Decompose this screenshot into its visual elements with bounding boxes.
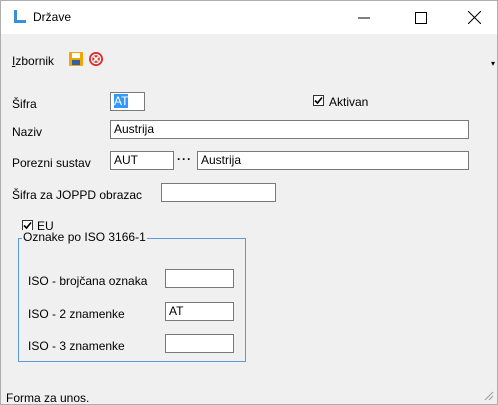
cancel-icon[interactable] bbox=[88, 51, 104, 67]
checkmark-icon bbox=[23, 221, 32, 230]
title-bar[interactable]: Države bbox=[1, 1, 497, 34]
aktivan-label: Aktivan bbox=[329, 95, 369, 109]
toolbar-overflow-icon[interactable]: ▾ bbox=[491, 59, 495, 68]
resize-grip-icon[interactable] bbox=[483, 390, 494, 401]
joppd-label: Šifra za JOPPD obrazac bbox=[12, 188, 143, 202]
save-icon[interactable] bbox=[68, 51, 84, 67]
window: Države Izbornik ▾ Šifra AT Aktivan Naziv… bbox=[0, 0, 498, 405]
status-text: Forma za unos. bbox=[6, 391, 90, 405]
iso-brojcana-input[interactable] bbox=[165, 269, 234, 288]
joppd-input[interactable] bbox=[161, 183, 276, 202]
naziv-input[interactable]: Austrija bbox=[110, 120, 469, 139]
aktivan-checkbox[interactable] bbox=[313, 95, 324, 106]
maximize-icon bbox=[415, 11, 427, 24]
close-window-button[interactable] bbox=[451, 1, 497, 34]
iso-group-title: Oznake po ISO 3166-1 bbox=[22, 230, 147, 244]
window-title: Države bbox=[33, 10, 72, 24]
minimize-icon bbox=[358, 17, 370, 18]
iso-2-label: ISO - 2 znamenke bbox=[28, 307, 125, 321]
form-icon bbox=[14, 10, 26, 23]
porezni-name-input[interactable]: Austrija bbox=[197, 151, 469, 170]
sifra-label: Šifra bbox=[12, 97, 37, 111]
close-icon bbox=[467, 11, 481, 24]
porezni-lookup-button[interactable]: ··· bbox=[177, 152, 192, 166]
menu-izbornik[interactable]: Izbornik bbox=[12, 54, 54, 68]
naziv-label: Naziv bbox=[12, 125, 43, 139]
iso-2-input[interactable]: AT bbox=[165, 302, 234, 321]
porezni-sustav-label: Porezni sustav bbox=[12, 156, 91, 170]
minimize-button[interactable] bbox=[341, 1, 387, 34]
iso-brojcana-label: ISO - brojčana oznaka bbox=[28, 274, 148, 288]
porezni-code-input[interactable]: AUT bbox=[110, 151, 174, 170]
menu-bar: Izbornik ▾ bbox=[1, 43, 497, 68]
sifra-input[interactable]: AT bbox=[110, 92, 145, 111]
iso-3-input[interactable] bbox=[165, 334, 234, 353]
iso-3-label: ISO - 3 znamenke bbox=[28, 339, 125, 353]
maximize-button[interactable] bbox=[398, 1, 444, 34]
checkmark-icon bbox=[314, 96, 323, 105]
